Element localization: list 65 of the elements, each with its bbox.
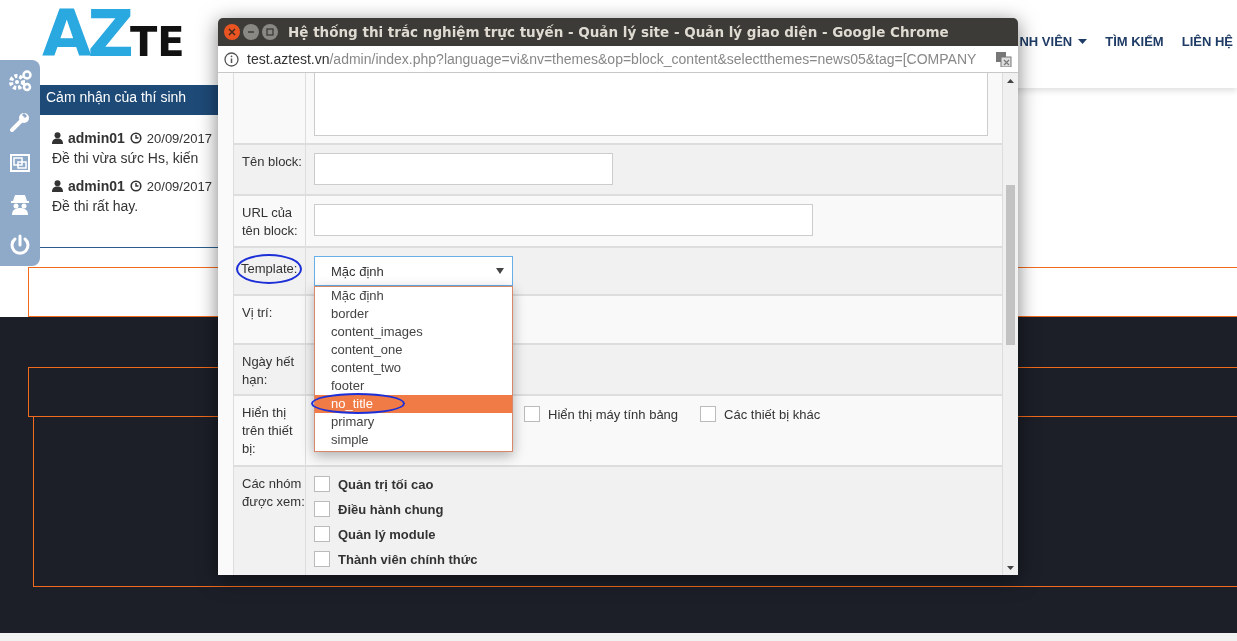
checkbox[interactable]	[314, 501, 330, 517]
checkbox-label: Quản trị tối cao	[338, 476, 434, 492]
minimize-icon	[247, 28, 255, 36]
checkbox-label: Quản lý module	[338, 526, 436, 542]
user-icon	[52, 180, 63, 192]
field-label: Các nhóm được xem:	[242, 475, 305, 511]
nav-link[interactable]: TÌM KIẾM	[1105, 34, 1164, 49]
dropdown-option[interactable]: simple	[315, 431, 512, 450]
field-label: Vị trí:	[242, 304, 273, 323]
dropdown-option[interactable]: content_two	[315, 359, 512, 378]
clock-icon	[129, 180, 142, 192]
checkbox[interactable]	[314, 551, 330, 567]
checkbox-label: Điều hành chung	[338, 501, 444, 517]
template-select[interactable]: Mặc định	[314, 256, 513, 287]
maximize-button[interactable]	[262, 24, 278, 40]
window-title: Hệ thống thi trắc nghiệm trực tuyến - Quản lý site - Quản lý giao diện - Google Chrome	[288, 24, 949, 40]
input-field[interactable]	[314, 153, 613, 185]
checkbox[interactable]	[314, 526, 330, 542]
comment-text: Đề thi rất hay.	[52, 198, 139, 214]
power-icon[interactable]	[9, 234, 31, 257]
comment-author: admin01	[68, 130, 125, 146]
checkbox[interactable]	[700, 406, 717, 423]
caret-icon	[1078, 39, 1088, 44]
maximize-icon	[266, 28, 274, 36]
comment-date: 20/09/2017	[146, 178, 212, 194]
close-button[interactable]	[224, 24, 240, 40]
scroll-down-icon[interactable]	[1007, 566, 1014, 570]
option-text: no_title	[313, 395, 403, 413]
dropdown-option[interactable]: primary	[315, 413, 512, 432]
dropdown-option[interactable]: Mặc định	[315, 287, 512, 306]
comment-text: Đề thi vừa sức Hs, kiến	[52, 150, 199, 166]
spy-icon[interactable]	[10, 192, 30, 215]
scroll-up-icon[interactable]	[1007, 79, 1014, 83]
layout-icon[interactable]	[9, 153, 31, 173]
comment-date: 20/09/2017	[146, 130, 212, 146]
nav-link[interactable]: LIÊN HỆ	[1181, 34, 1233, 49]
clock-icon	[129, 132, 142, 144]
scrollbar-thumb[interactable]	[1006, 185, 1015, 345]
checkbox-label: Hiển thị máy tính bảng	[548, 406, 679, 422]
checkbox[interactable]	[314, 476, 330, 492]
wrench-icon[interactable]	[9, 111, 31, 134]
field-label: Template:	[238, 256, 301, 283]
translate-icon[interactable]	[996, 51, 1012, 67]
scrollbar[interactable]	[1002, 73, 1018, 575]
nav-link[interactable]: NH VIÊN	[1019, 34, 1088, 49]
gears-icon[interactable]	[8, 69, 32, 92]
minimize-button[interactable]	[243, 24, 259, 40]
field-label: URL của tên block:	[242, 204, 299, 241]
caret-icon	[496, 268, 504, 275]
dropdown-option[interactable]: border	[315, 305, 512, 324]
logo[interactable]: AZTE	[42, 4, 185, 64]
field-label: Hiển thị trên thiết bị:	[242, 404, 294, 459]
checkbox[interactable]	[524, 406, 540, 423]
user-icon	[52, 132, 63, 144]
close-icon	[228, 28, 236, 36]
checkbox-label: Các thiết bị khác	[724, 406, 821, 422]
input-field[interactable]	[314, 204, 813, 237]
field-label: Tên block:	[242, 153, 302, 171]
dropdown-option[interactable]: content_one	[315, 341, 512, 360]
dropdown-option[interactable]: content_images	[315, 323, 512, 342]
info-icon[interactable]	[224, 51, 239, 67]
checkbox-label: Thành viên chính thức	[338, 551, 478, 567]
comment-author: admin01	[68, 178, 125, 194]
field-label: Ngày hết hạn:	[242, 353, 296, 390]
dropdown-option[interactable]: footer	[315, 377, 512, 396]
